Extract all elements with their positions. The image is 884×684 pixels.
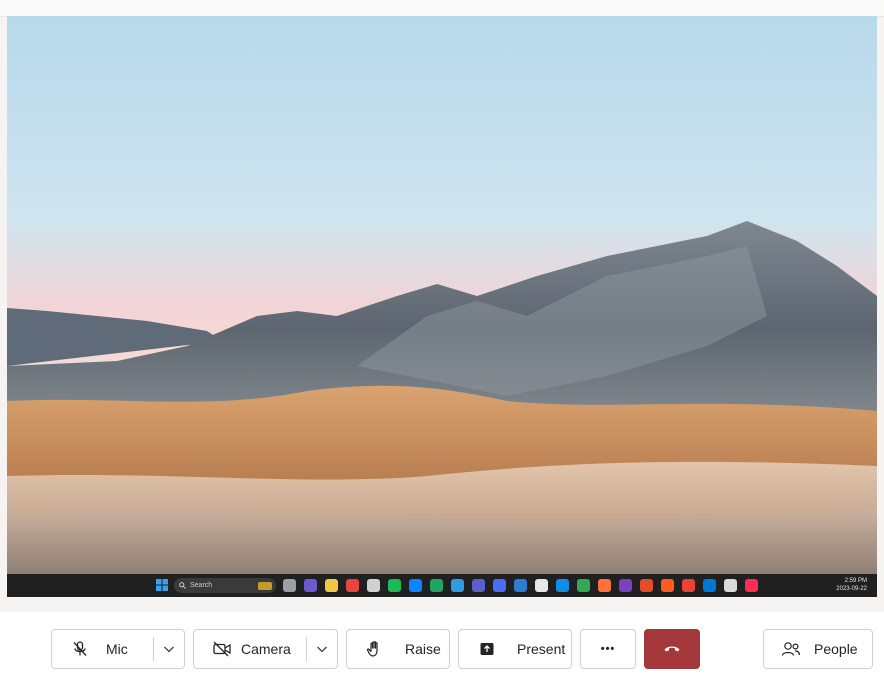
taskbar-app-icon bbox=[724, 579, 737, 592]
hand-icon bbox=[365, 639, 385, 659]
camera-label: Camera bbox=[241, 641, 291, 657]
mic-label: Mic bbox=[106, 641, 128, 657]
taskbar-app-icon bbox=[409, 579, 422, 592]
taskbar-app-icon bbox=[703, 579, 716, 592]
taskbar-app-icon bbox=[535, 579, 548, 592]
taskbar-search-box: Search bbox=[174, 578, 276, 593]
search-icon bbox=[179, 582, 186, 589]
taskbar-app-icons bbox=[283, 579, 758, 592]
camera-options-button[interactable] bbox=[307, 630, 337, 668]
window-top-strip bbox=[0, 0, 884, 17]
mic-options-button[interactable] bbox=[154, 630, 184, 668]
people-label: People bbox=[814, 641, 858, 657]
taskbar-app-icon bbox=[451, 579, 464, 592]
taskbar-search-placeholder: Search bbox=[190, 582, 213, 589]
raise-label: Raise bbox=[405, 641, 441, 657]
taskbar-app-icon bbox=[745, 579, 758, 592]
taskbar-app-icon bbox=[556, 579, 569, 592]
taskbar-app-icon bbox=[661, 579, 674, 592]
camera-split-button: Camera bbox=[193, 629, 338, 669]
taskbar-app-icon bbox=[304, 579, 317, 592]
camera-button[interactable]: Camera bbox=[194, 630, 306, 668]
people-icon bbox=[781, 639, 801, 659]
taskbar-app-icon bbox=[367, 579, 380, 592]
search-highlight-icon bbox=[258, 581, 272, 590]
taskbar-app-icon bbox=[388, 579, 401, 592]
more-options-button[interactable]: ••• bbox=[580, 629, 636, 669]
windows-start-icon bbox=[156, 579, 168, 591]
taskbar-app-icon bbox=[514, 579, 527, 592]
mic-off-icon bbox=[70, 639, 90, 659]
taskbar-app-icon bbox=[577, 579, 590, 592]
taskbar-app-icon bbox=[682, 579, 695, 592]
taskbar-app-icon bbox=[346, 579, 359, 592]
chevron-down-icon bbox=[164, 646, 174, 653]
mic-split-button: Mic bbox=[51, 629, 185, 669]
shared-screen: d3 Search 2:59 PM 2023-09-22 bbox=[7, 16, 877, 597]
more-icon: ••• bbox=[600, 643, 616, 655]
raise-hand-button[interactable]: Raise bbox=[346, 629, 450, 669]
taskbar-clock: 2:59 PM 2023-09-22 bbox=[836, 577, 867, 593]
taskbar-date: 2023-09-22 bbox=[836, 586, 867, 592]
taskbar-app-icon bbox=[640, 579, 653, 592]
call-controls-bar: Mic Camera Raise Present ••• People bbox=[0, 612, 884, 684]
chevron-down-icon bbox=[317, 646, 327, 653]
hang-up-icon bbox=[664, 646, 680, 652]
taskbar-app-icon bbox=[493, 579, 506, 592]
present-label: Present bbox=[517, 641, 566, 657]
taskbar-app-icon bbox=[598, 579, 611, 592]
taskbar-app-icon bbox=[325, 579, 338, 592]
mic-button[interactable]: Mic bbox=[52, 630, 153, 668]
shared-screen-taskbar: Search 2:59 PM 2023-09-22 bbox=[7, 574, 877, 597]
desktop-wallpaper bbox=[7, 16, 877, 597]
taskbar-time: 2:59 PM bbox=[844, 578, 867, 584]
share-screen-icon bbox=[477, 639, 497, 659]
leave-call-button[interactable] bbox=[644, 629, 700, 669]
camera-off-icon bbox=[212, 639, 232, 659]
taskbar-app-icon bbox=[472, 579, 485, 592]
people-button[interactable]: People bbox=[763, 629, 873, 669]
present-button[interactable]: Present bbox=[458, 629, 572, 669]
taskbar-app-icon bbox=[619, 579, 632, 592]
taskbar-app-icon bbox=[430, 579, 443, 592]
taskbar-app-icon bbox=[283, 579, 296, 592]
